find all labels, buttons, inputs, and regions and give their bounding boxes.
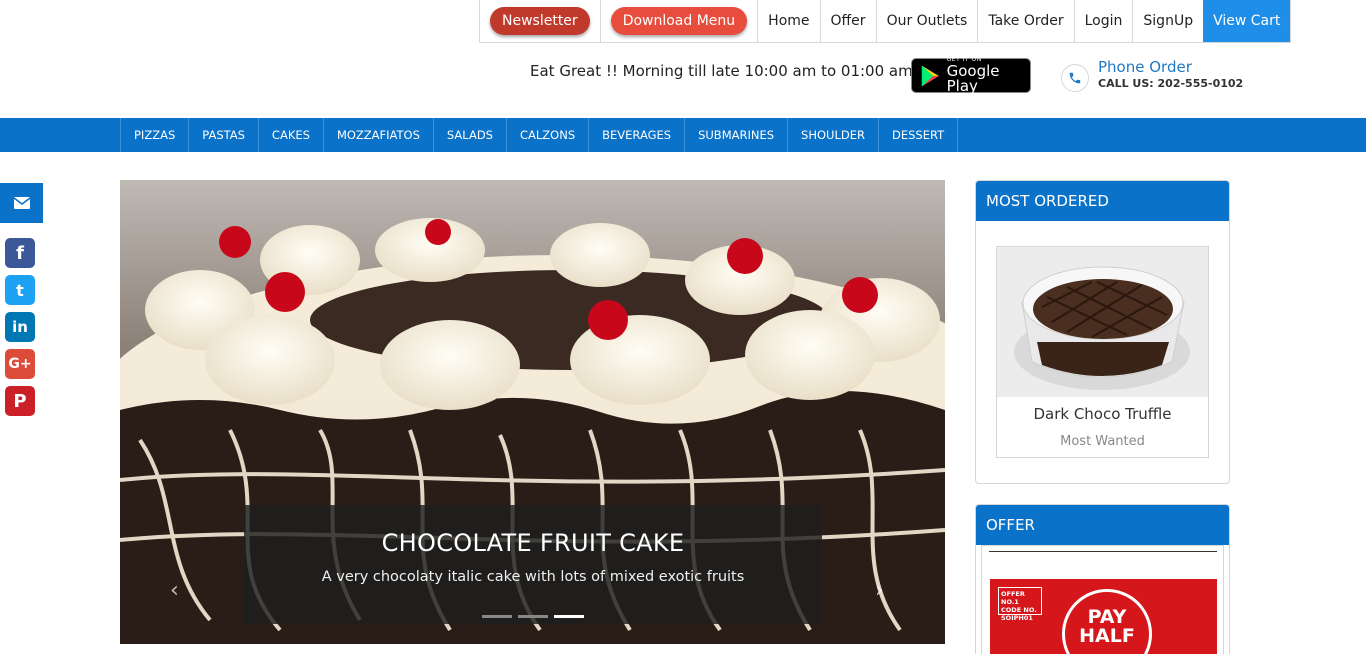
facebook-icon[interactable]: f: [5, 238, 35, 268]
phone-number: CALL US: 202-555-0102: [1098, 77, 1244, 90]
offer-heading: OFFER: [976, 505, 1229, 545]
linkedin-icon[interactable]: in: [5, 312, 35, 342]
category-calzons[interactable]: CALZONS: [507, 118, 590, 152]
category-submarines[interactable]: SUBMARINES: [685, 118, 789, 152]
google-play-text: Google Play: [946, 62, 1000, 95]
opening-hours-tagline: Eat Great !! Morning till late 10:00 am …: [530, 62, 913, 80]
nav-signup-link[interactable]: SignUp: [1132, 0, 1203, 42]
product-tag: Most Wanted: [1060, 434, 1145, 449]
pinterest-icon[interactable]: P: [5, 386, 35, 416]
offer-code-badge: OFFER NO.1 CODE NO. SOIPH01: [998, 587, 1042, 622]
product-name[interactable]: Dark Choco Truffle: [997, 405, 1208, 423]
twitter-icon[interactable]: t: [5, 275, 35, 305]
nav-login-link[interactable]: Login: [1073, 0, 1133, 42]
product-image: [997, 247, 1208, 397]
download-menu-button[interactable]: Download Menu: [610, 7, 748, 35]
newsletter-cell: Newsletter: [480, 0, 600, 42]
view-cart-button[interactable]: View Cart: [1203, 0, 1291, 42]
slide-indicator-2[interactable]: [518, 615, 548, 618]
offer-content: OFFER NO.1 CODE NO. SOIPH01 PAY HALF: [981, 545, 1224, 654]
offer-banner[interactable]: OFFER NO.1 CODE NO. SOIPH01 PAY HALF: [990, 579, 1217, 654]
nav-offer-link[interactable]: Offer: [819, 0, 876, 42]
category-mozzafiatos[interactable]: MOZZAFIATOS: [324, 118, 434, 152]
most-ordered-heading: MOST ORDERED: [976, 181, 1229, 221]
download-menu-cell: Download Menu: [599, 0, 757, 42]
category-pizzas[interactable]: PIZZAS: [121, 118, 190, 152]
google-play-badge[interactable]: GET IT ON Google Play: [911, 57, 1031, 95]
category-salads[interactable]: SALADS: [434, 118, 507, 152]
slider-prev-arrow[interactable]: ‹: [170, 578, 179, 603]
slide-indicator-3[interactable]: [554, 615, 584, 618]
slider-next-arrow[interactable]: ›: [875, 578, 884, 603]
most-ordered-panel: MOST ORDERED Dark Choco Truffle Most Wan…: [975, 180, 1230, 484]
top-navigation: Newsletter Download Menu Home Offer Our …: [479, 0, 1292, 43]
slide-indicators: [244, 615, 822, 618]
nav-take-order-link[interactable]: Take Order: [977, 0, 1073, 42]
phone-order-link[interactable]: Phone Order: [1098, 58, 1192, 76]
category-pastas[interactable]: PASTAS: [189, 118, 259, 152]
google-plus-icon[interactable]: G+: [5, 349, 35, 379]
nav-home-link[interactable]: Home: [757, 0, 819, 42]
hero-slider[interactable]: ‹ › CHOCOLATE FRUIT CAKE A very chocolat…: [120, 180, 945, 644]
newsletter-button[interactable]: Newsletter: [490, 7, 590, 35]
slide-caption: CHOCOLATE FRUIT CAKE A very chocolaty it…: [244, 505, 822, 624]
slide-indicator-1[interactable]: [482, 615, 512, 618]
phone-icon: [1061, 64, 1089, 92]
email-share-tab[interactable]: [0, 183, 43, 223]
pay-half-stamp: PAY HALF: [1062, 589, 1152, 654]
offer-divider: [989, 551, 1217, 552]
category-list: PIZZAS PASTAS CAKES MOZZAFIATOS SALADS C…: [120, 118, 959, 152]
category-bar: PIZZAS PASTAS CAKES MOZZAFIATOS SALADS C…: [0, 118, 1366, 152]
envelope-icon: [13, 197, 30, 209]
offer-panel: OFFER OFFER NO.1 CODE NO. SOIPH01 PAY HA…: [975, 504, 1230, 654]
category-dessert[interactable]: DESSERT: [879, 118, 959, 152]
category-shoulder[interactable]: SHOULDER: [788, 118, 879, 152]
slide-title: CHOCOLATE FRUIT CAKE: [381, 529, 685, 557]
nav-our-outlets-link[interactable]: Our Outlets: [875, 0, 978, 42]
slide-subtitle: A very chocolaty italic cake with lots o…: [321, 569, 745, 585]
google-play-icon: [921, 65, 939, 86]
category-cakes[interactable]: CAKES: [259, 118, 324, 152]
product-card[interactable]: Dark Choco Truffle Most Wanted: [996, 246, 1209, 458]
category-beverages[interactable]: BEVERAGES: [589, 118, 686, 152]
